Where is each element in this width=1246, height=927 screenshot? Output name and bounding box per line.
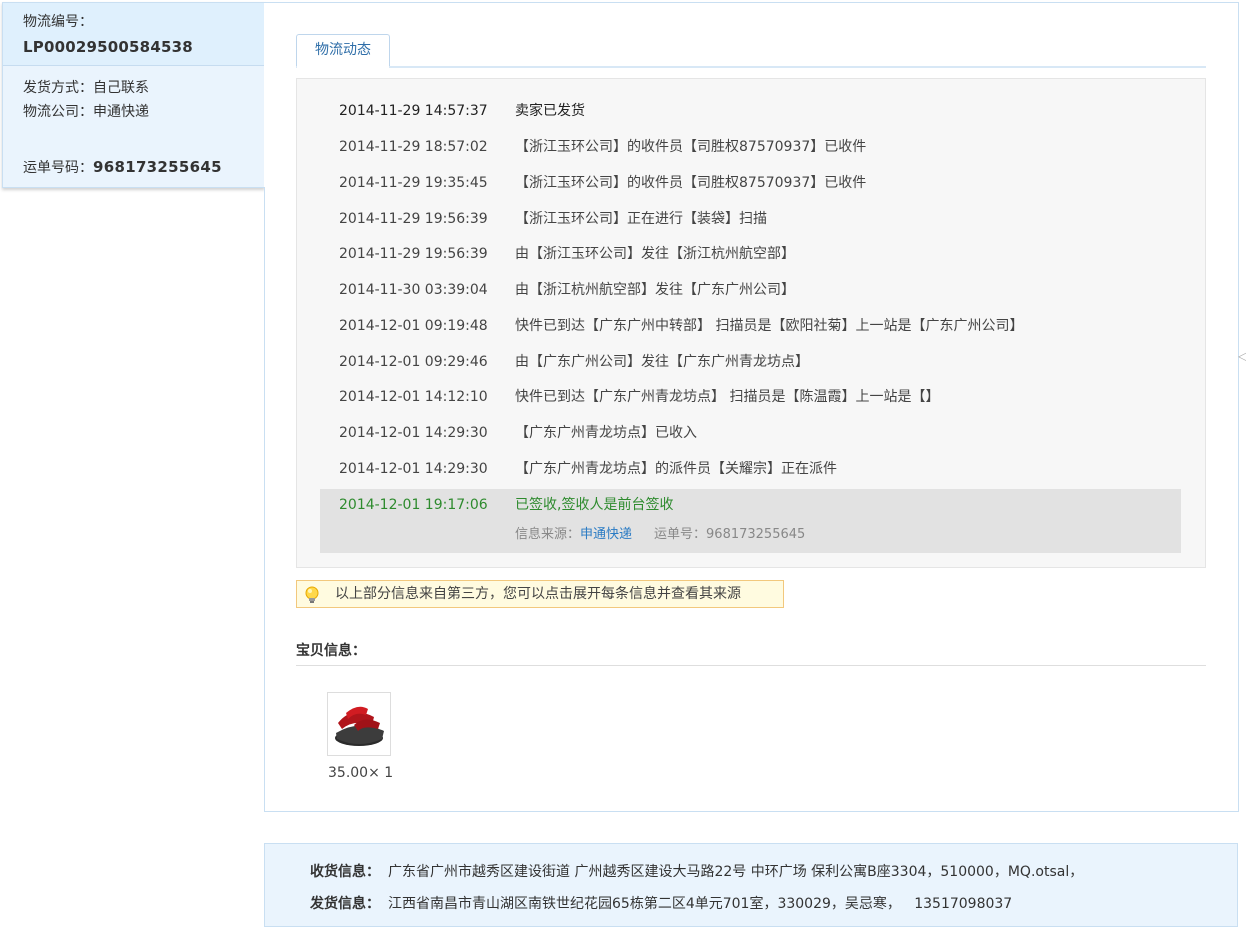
lightbulb-icon xyxy=(305,586,319,603)
tab-logistics-dynamics[interactable]: 物流动态 xyxy=(296,34,390,68)
tracking-desc: 由【广东广州公司】发往【广东广州青龙坊点】 xyxy=(515,354,809,370)
side-arrow-icon[interactable]: ◁ xyxy=(1238,349,1246,363)
tracking-desc: 【浙江玉环公司】正在进行【装袋】扫描 xyxy=(515,211,767,227)
tracking-desc: 由【浙江玉环公司】发往【浙江杭州航空部】 xyxy=(515,246,795,262)
tracking-row: 2014-12-01 14:29:30 【广东广州青龙坊点】已收入 xyxy=(339,423,697,443)
tracking-time: 2014-11-29 14:57:37 xyxy=(339,103,488,119)
logistics-company: 物流公司：申通快递 xyxy=(23,104,149,120)
tracking-time: 2014-12-01 14:29:30 xyxy=(339,425,488,441)
send-info-value: 江西省南昌市青山湖区南铁世纪花园65栋第二区4单元701室，330029，吴忌寒… xyxy=(388,896,1013,912)
logistics-info-panel: 物流编号： LP00029500584538 发货方式：自己联系 物流公司：申通… xyxy=(2,2,265,188)
receive-info-row: 收货信息： 广东省广州市越秀区建设街道 广州越秀区建设大马路22号 中环广场 保利… xyxy=(310,861,1083,881)
tracking-time: 2014-12-01 14:29:30 xyxy=(339,461,488,477)
send-info-row: 发货信息： 江西省南昌市青山湖区南铁世纪花园65栋第二区4单元701室，33002… xyxy=(310,893,1012,913)
tracking-time: 2014-11-29 19:56:39 xyxy=(339,211,488,227)
tracking-list: 2014-11-29 14:57:37 卖家已发货 2014-11-29 18:5… xyxy=(296,78,1206,568)
tracking-time: 2014-12-01 19:17:06 xyxy=(339,497,488,513)
tip-text: 以上部分信息来自第三方，您可以点击展开每条信息并查看其来源 xyxy=(335,586,741,602)
tracking-row: 2014-12-01 09:19:48 快件已到达【广东广州中转部】 扫描员是【欧… xyxy=(339,316,1023,336)
sandal-image xyxy=(335,706,384,746)
receive-info-label: 收货信息： xyxy=(310,864,380,880)
waybill-label: 运单号码： xyxy=(23,160,93,176)
tracking-desc: 快件已到达【广东广州青龙坊点】 扫描员是【陈温霞】上一站是【】 xyxy=(515,389,940,405)
third-party-tip: 以上部分信息来自第三方，您可以点击展开每条信息并查看其来源 xyxy=(296,580,784,608)
tracking-row: 2014-11-30 03:39:04 由【浙江杭州航空部】发往【广东广州公司】 xyxy=(339,280,795,300)
send-info-label: 发货信息： xyxy=(310,896,380,912)
source-label: 信息来源： xyxy=(515,527,581,542)
address-panel: 收货信息： 广东省广州市越秀区建设街道 广州越秀区建设大马路22号 中环广场 保利… xyxy=(264,843,1238,927)
tracking-row-latest: 2014-12-01 19:17:06 已签收,签收人是前台签收 xyxy=(339,495,673,515)
waybill-number: 运单号码：968173255645 xyxy=(23,157,222,177)
goods-thumbnail[interactable] xyxy=(327,692,391,756)
logistics-number-block: 物流编号： LP00029500584538 xyxy=(3,3,265,66)
main-panel: 物流动态 2014-11-29 14:57:37 卖家已发货 2014-11-29… xyxy=(264,2,1239,812)
source-link[interactable]: 申通快递 xyxy=(580,527,632,542)
tracking-desc: 【广东广州青龙坊点】已收入 xyxy=(515,425,697,441)
tracking-time: 2014-11-29 19:56:39 xyxy=(339,246,488,262)
receive-info-value: 广东省广州市越秀区建设街道 广州越秀区建设大马路22号 中环广场 保利公寓B座3… xyxy=(388,864,1084,880)
divider xyxy=(296,665,1206,666)
source-waybill: 运单号：968173255645 xyxy=(654,527,806,542)
tracking-time: 2014-11-29 18:57:02 xyxy=(339,139,488,155)
shipping-method: 发货方式：自己联系 xyxy=(23,80,149,96)
tracking-time: 2014-11-29 19:35:45 xyxy=(339,175,488,191)
tracking-row: 2014-11-29 18:57:02 【浙江玉环公司】的收件员【司胜权87570… xyxy=(339,137,866,157)
tracking-desc: 已签收,签收人是前台签收 xyxy=(515,497,674,513)
tracking-row: 2014-11-29 19:56:39 由【浙江玉环公司】发往【浙江杭州航空部】 xyxy=(339,244,795,264)
goods-price: 35.00× 1 xyxy=(328,765,394,781)
info-source-row: 信息来源：申通快递 运单号：968173255645 xyxy=(515,523,805,542)
tracking-time: 2014-11-30 03:39:04 xyxy=(339,282,488,298)
tracking-desc: 由【浙江杭州航空部】发往【广东广州公司】 xyxy=(515,282,795,298)
goods-info-title: 宝贝信息： xyxy=(296,643,366,659)
tracking-desc: 快件已到达【广东广州中转部】 扫描员是【欧阳社菊】上一站是【广东广州公司】 xyxy=(515,318,1024,334)
tracking-row: 2014-11-29 19:35:45 【浙江玉环公司】的收件员【司胜权87570… xyxy=(339,173,866,193)
tracking-time: 2014-12-01 09:29:46 xyxy=(339,354,488,370)
tracking-row: 2014-11-29 19:56:39 【浙江玉环公司】正在进行【装袋】扫描 xyxy=(339,209,767,229)
tracking-row: 2014-12-01 09:29:46 由【广东广州公司】发往【广东广州青龙坊点】 xyxy=(339,352,809,372)
tab-bar: 物流动态 xyxy=(296,34,1206,68)
tracking-row: 2014-11-29 14:57:37 卖家已发货 xyxy=(339,101,585,121)
tracking-desc: 【浙江玉环公司】的收件员【司胜权87570937】已收件 xyxy=(515,175,867,191)
tracking-desc: 【浙江玉环公司】的收件员【司胜权87570937】已收件 xyxy=(515,139,867,155)
tracking-time: 2014-12-01 09:19:48 xyxy=(339,318,488,334)
tracking-desc: 【广东广州青龙坊点】的派件员【关耀宗】正在派件 xyxy=(515,461,837,477)
tracking-row: 2014-12-01 14:29:30 【广东广州青龙坊点】的派件员【关耀宗】正在… xyxy=(339,459,837,479)
waybill-value: 968173255645 xyxy=(93,158,222,176)
tracking-row: 2014-12-01 14:12:10 快件已到达【广东广州青龙坊点】 扫描员是【… xyxy=(339,387,939,407)
logistics-number-label: 物流编号： xyxy=(23,14,93,30)
tracking-desc: 卖家已发货 xyxy=(515,103,585,119)
tracking-time: 2014-12-01 14:12:10 xyxy=(339,389,488,405)
logistics-number-value: LP00029500584538 xyxy=(23,38,193,56)
